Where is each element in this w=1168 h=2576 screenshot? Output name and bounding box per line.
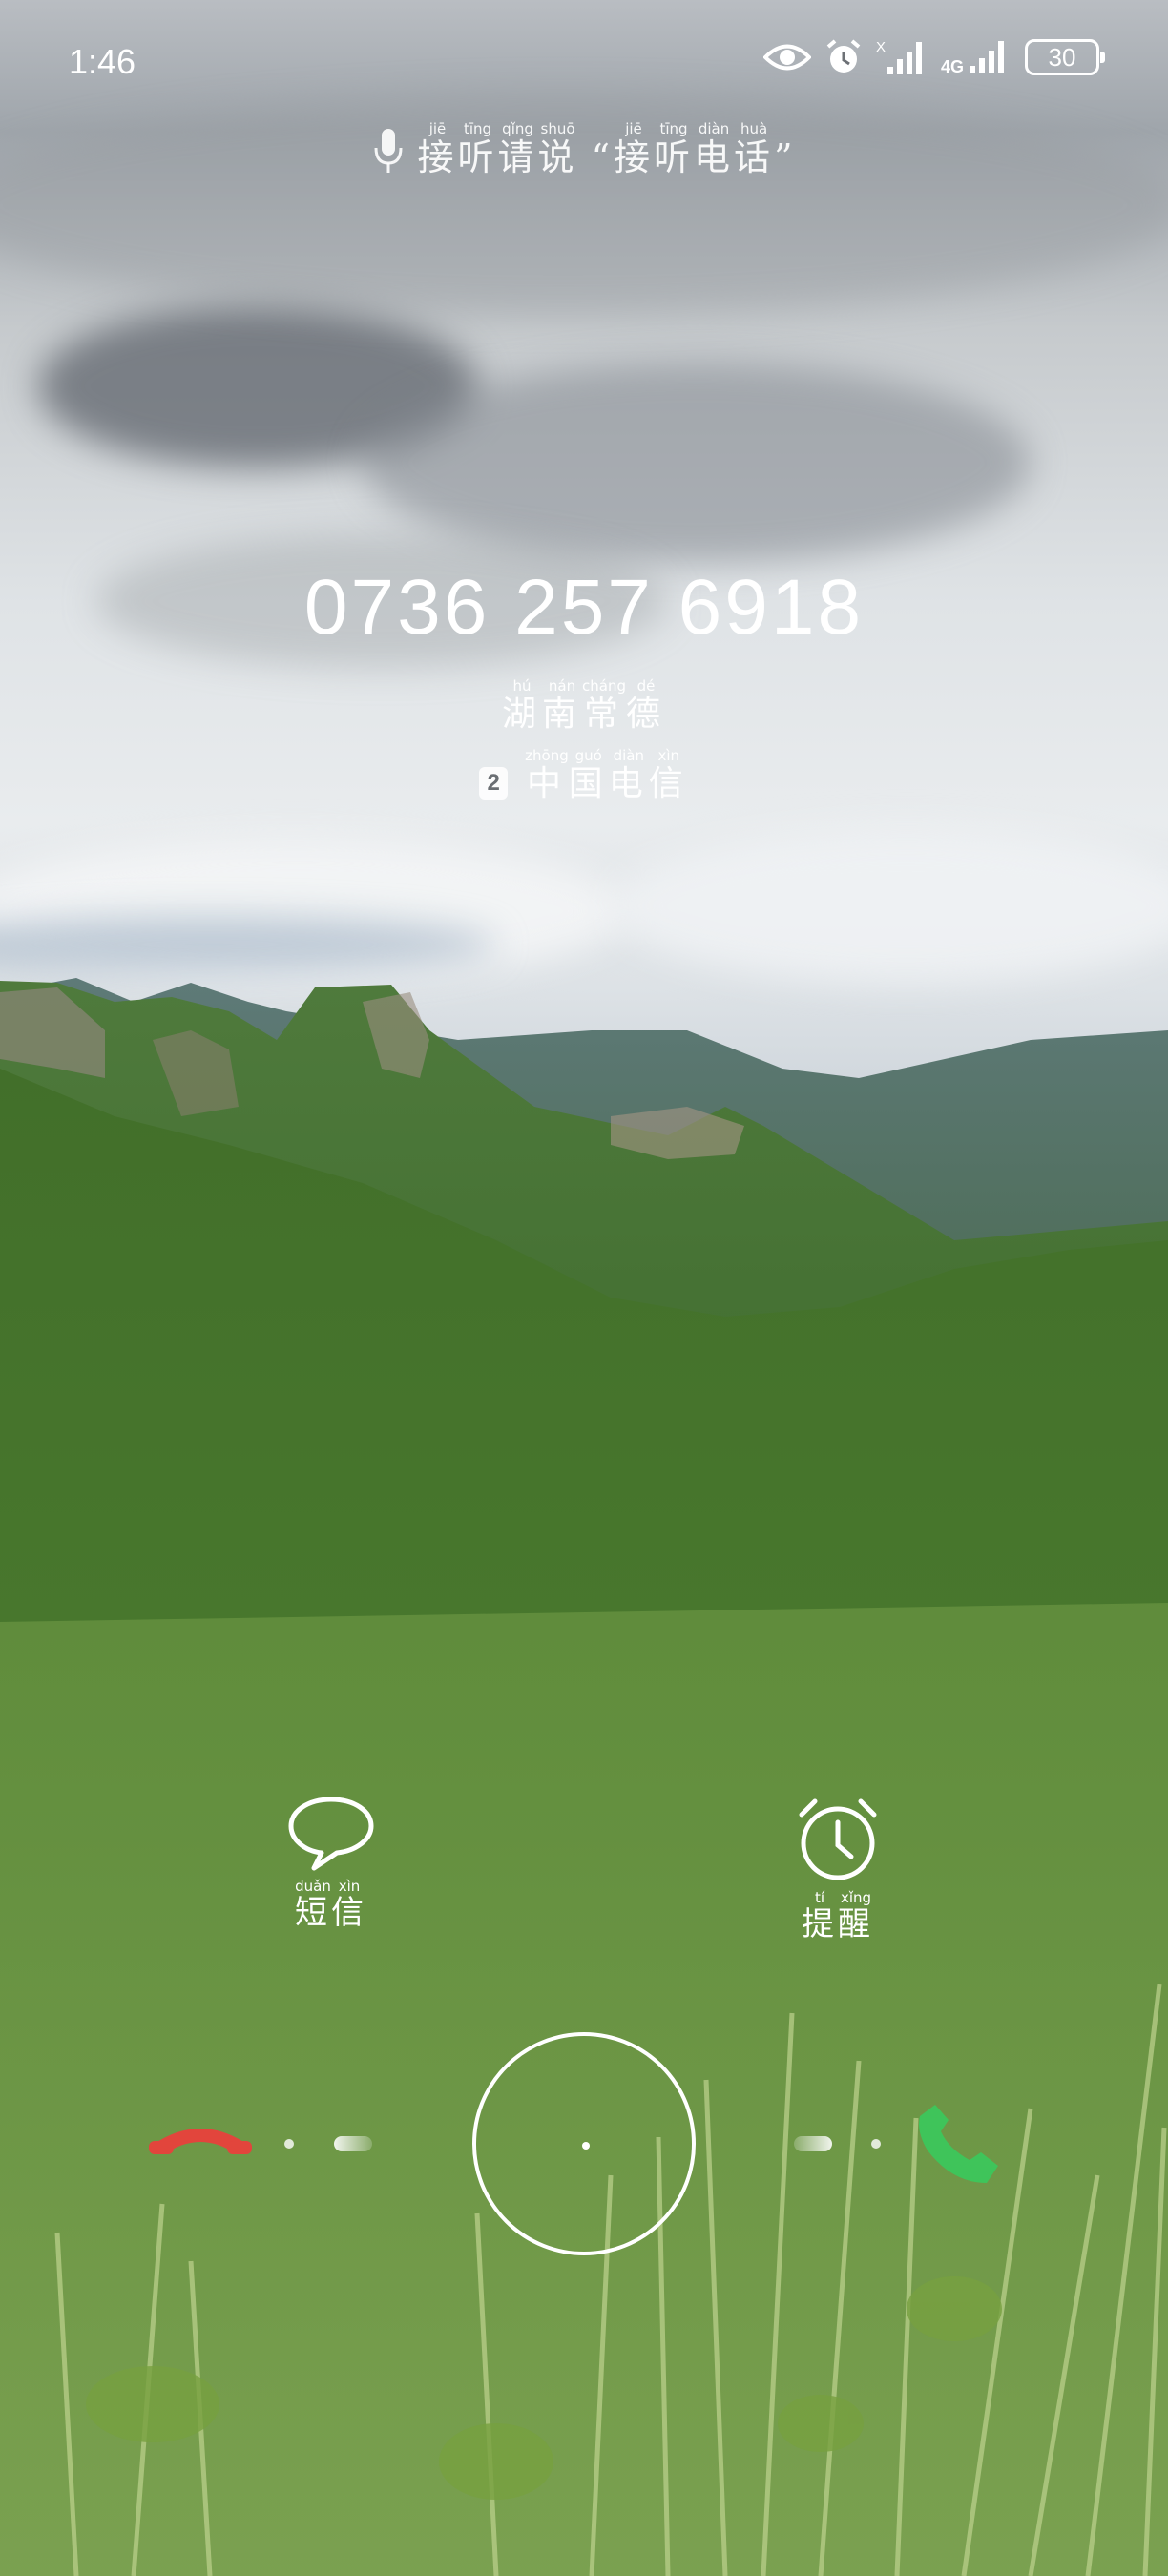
- accept-phone-icon: [919, 2105, 998, 2183]
- decline-hint-dash: [334, 2136, 372, 2151]
- dark-cloud: [363, 363, 1031, 563]
- remind-label: 提tí醒xǐng: [802, 1889, 874, 1943]
- accept-call-button[interactable]: [914, 2099, 1006, 2194]
- network-type: 4G: [940, 57, 964, 76]
- answer-slider-handle[interactable]: [472, 2032, 696, 2255]
- message-bubble-icon: [288, 1797, 374, 1871]
- accept-hint-dash: [794, 2136, 832, 2151]
- message-label: 短duǎn信xìn: [295, 1878, 367, 1932]
- caller-number: 0736 257 6918: [303, 564, 865, 651]
- decline-hint-dot: [284, 2139, 294, 2149]
- microphone-icon: [374, 129, 402, 173]
- decline-phone-icon: [149, 2129, 252, 2154]
- status-time: 1:46: [69, 42, 136, 81]
- sim-slot-badge: 2: [479, 767, 509, 800]
- battery-icon: 30: [1025, 39, 1105, 75]
- alarm-icon: [826, 39, 861, 73]
- battery-level: 30: [1048, 42, 1076, 72]
- signal-icon: X: [876, 39, 922, 74]
- slider-center-dot: [582, 2142, 590, 2150]
- caller-carrier: 2 中zhōng国guó电diàn信xìn: [0, 747, 1168, 805]
- decline-call-button[interactable]: [145, 2116, 256, 2162]
- voice-hint-command: “接jiē听tīng电diàn话huà”: [591, 120, 797, 178]
- alarm-clock-icon: [799, 1798, 877, 1880]
- mountain-landscape: [0, 978, 1168, 2576]
- signal-4g-icon: 4G: [941, 39, 1012, 75]
- eye-icon: [762, 44, 811, 71]
- caller-location: 湖hú南nán常cháng德dé: [501, 677, 667, 734]
- remind-me-button[interactable]: 提tí醒xǐng: [771, 1794, 905, 1944]
- accept-hint-dot: [871, 2139, 881, 2149]
- message-reply-button[interactable]: 短duǎn信xìn: [264, 1794, 398, 1933]
- voice-answer-hint: 接jiē听tīng请qǐng说shuō “接jiē听tīng电diàn话huà”: [0, 120, 1168, 180]
- svg-text:X: X: [876, 39, 886, 55]
- carrier-name: 中zhōng国guó电diàn信xìn: [525, 747, 689, 803]
- voice-hint-prefix: 接jiē听tīng请qǐng说shuō: [417, 120, 578, 178]
- status-icons: X 4G 30: [762, 34, 1105, 80]
- status-bar: 1:46 X 4G 30: [0, 0, 1168, 114]
